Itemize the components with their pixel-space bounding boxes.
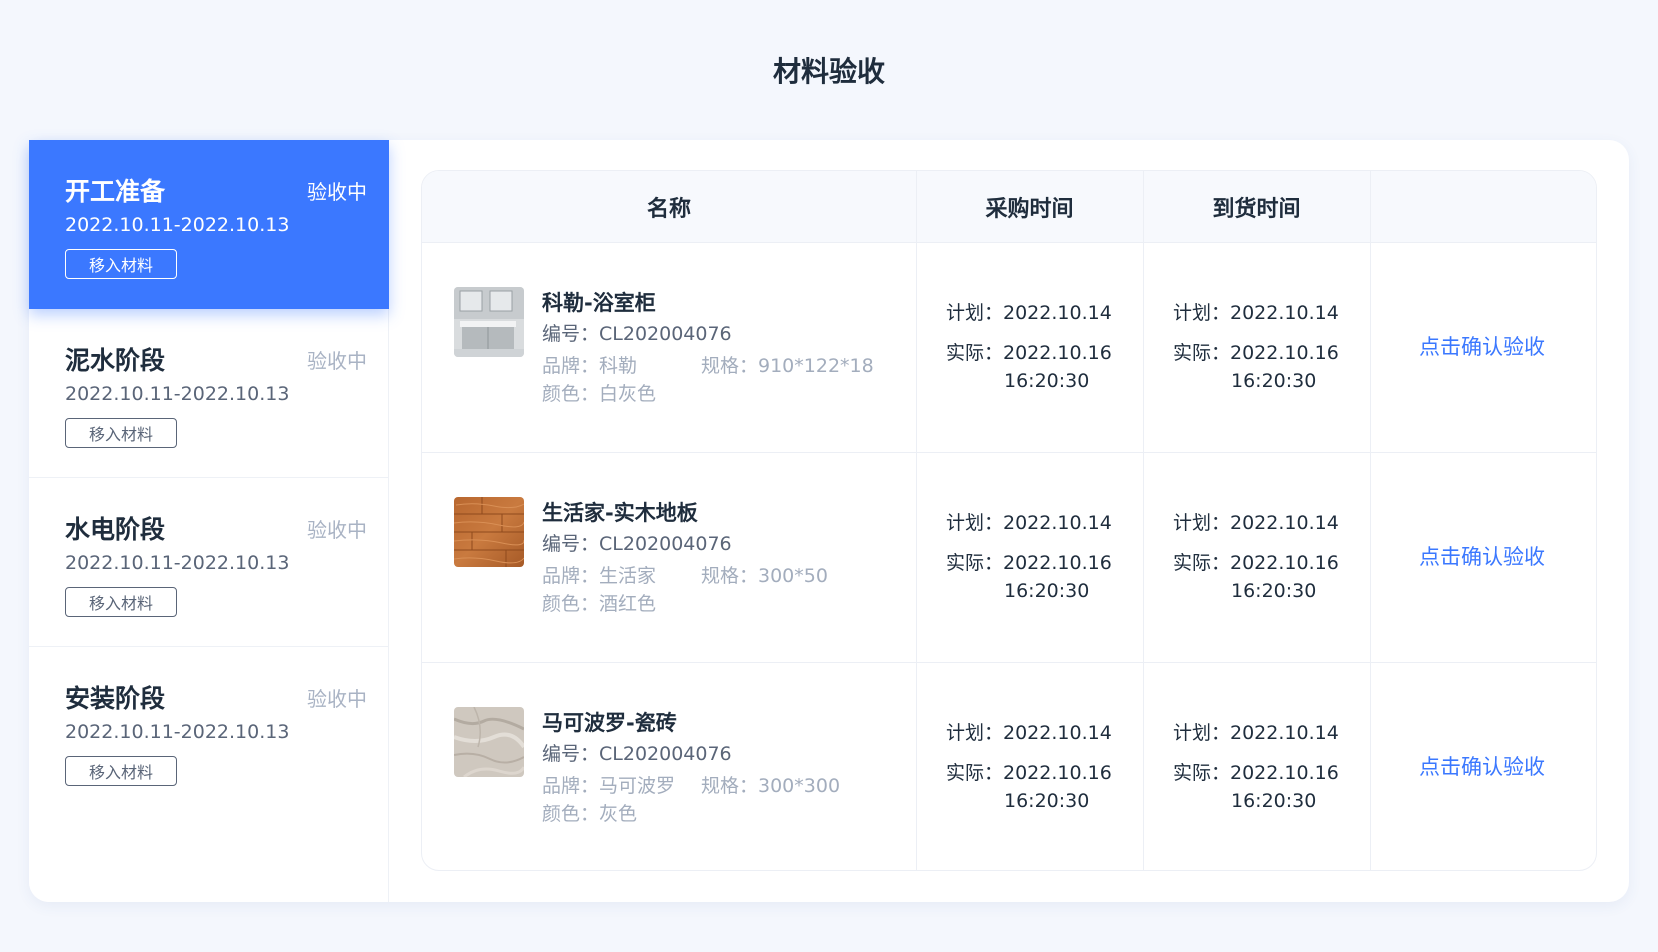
arrival-time: 计划：2022.10.14 实际：2022.10.16 16:20:30 xyxy=(1173,509,1339,605)
stage-name: 安装阶段 xyxy=(65,684,166,713)
product-spec: 规格：300*300 xyxy=(701,775,841,797)
purchase-plan: 计划：2022.10.14 xyxy=(946,512,1112,534)
product-name: 科勒-浴室柜 xyxy=(542,291,656,315)
move-in-materials-button[interactable]: 移入材料 xyxy=(65,249,177,279)
purchase-time: 计划：2022.10.14 实际：2022.10.16 16:20:30 xyxy=(946,509,1112,605)
product-thumbnail xyxy=(454,707,524,777)
purchase-plan: 计划：2022.10.14 xyxy=(946,302,1112,324)
stage-item-0[interactable]: 开工准备 验收中 2022.10.11-2022.10.13 移入材料 xyxy=(29,140,389,309)
purchase-actual: 实际：2022.10.16 xyxy=(946,552,1112,574)
header-action xyxy=(1370,171,1596,243)
purchase-time: 计划：2022.10.14 实际：2022.10.16 16:20:30 xyxy=(946,719,1112,815)
confirm-acceptance-link[interactable]: 点击确认验收 xyxy=(1366,751,1596,781)
arrival-plan: 计划：2022.10.14 xyxy=(1173,302,1339,324)
stage-item-2[interactable]: 水电阶段 验收中 2022.10.11-2022.10.13 移入材料 xyxy=(29,478,389,647)
stage-sidebar: 开工准备 验收中 2022.10.11-2022.10.13 移入材料 泥水阶段… xyxy=(29,140,389,902)
purchase-time: 计划：2022.10.14 实际：2022.10.16 16:20:30 xyxy=(946,299,1112,395)
stage-date: 2022.10.11-2022.10.13 xyxy=(65,383,290,405)
stage-date: 2022.10.11-2022.10.13 xyxy=(65,721,290,743)
product-spec: 规格：910*122*18 xyxy=(701,355,874,377)
stage-status: 验收中 xyxy=(307,518,367,542)
move-in-materials-button[interactable]: 移入材料 xyxy=(65,418,177,448)
purchase-actual-time: 16:20:30 xyxy=(1004,370,1090,392)
product-brand: 品牌：生活家 xyxy=(542,565,657,587)
table-row: 科勒-浴室柜 编号：CL202004076 品牌：科勒 规格：910*122*1… xyxy=(422,243,1596,453)
arrival-plan: 计划：2022.10.14 xyxy=(1173,722,1339,744)
confirm-acceptance-link[interactable]: 点击确认验收 xyxy=(1366,331,1596,361)
move-in-materials-button[interactable]: 移入材料 xyxy=(65,587,177,617)
bathroom-cabinet-image xyxy=(454,287,524,357)
confirm-acceptance-link[interactable]: 点击确认验收 xyxy=(1366,541,1596,571)
stage-name: 水电阶段 xyxy=(65,515,166,544)
header-arrival-time: 到货时间 xyxy=(1212,197,1301,222)
product-brand: 品牌：科勒 xyxy=(542,355,638,377)
arrival-actual-time: 16:20:30 xyxy=(1231,790,1317,812)
table-header: 名称 采购时间 到货时间 xyxy=(422,171,1596,243)
arrival-time: 计划：2022.10.14 实际：2022.10.16 16:20:30 xyxy=(1173,719,1339,815)
arrival-actual: 实际：2022.10.16 xyxy=(1173,342,1339,364)
move-in-materials-button[interactable]: 移入材料 xyxy=(65,756,177,786)
page-title: 材料验收 xyxy=(772,55,885,88)
marble-tile-image xyxy=(454,707,524,777)
purchase-actual: 实际：2022.10.16 xyxy=(946,342,1112,364)
product-name: 马可波罗-瓷砖 xyxy=(542,711,677,735)
purchase-actual: 实际：2022.10.16 xyxy=(946,762,1112,784)
arrival-time: 计划：2022.10.14 实际：2022.10.16 16:20:30 xyxy=(1173,299,1339,395)
arrival-plan: 计划：2022.10.14 xyxy=(1173,512,1339,534)
product-code: 编号：CL202004076 xyxy=(542,743,732,765)
product-thumbnail xyxy=(454,287,524,357)
arrival-actual-time: 16:20:30 xyxy=(1231,580,1317,602)
stage-name: 泥水阶段 xyxy=(65,346,166,375)
stage-item-3[interactable]: 安装阶段 验收中 2022.10.11-2022.10.13 移入材料 xyxy=(29,647,389,816)
product-thumbnail xyxy=(454,497,524,567)
stage-name: 开工准备 xyxy=(65,177,166,206)
wood-floor-image xyxy=(454,497,524,567)
product-color: 颜色：白灰色 xyxy=(542,383,657,405)
arrival-actual-time: 16:20:30 xyxy=(1231,370,1317,392)
product-code: 编号：CL202004076 xyxy=(542,323,732,345)
header-purchase-time: 采购时间 xyxy=(985,197,1074,222)
stage-status: 验收中 xyxy=(307,180,367,204)
stage-date: 2022.10.11-2022.10.13 xyxy=(65,552,290,574)
stage-status: 验收中 xyxy=(307,349,367,373)
stage-date: 2022.10.11-2022.10.13 xyxy=(65,214,290,236)
product-code: 编号：CL202004076 xyxy=(542,533,732,555)
product-name: 生活家-实木地板 xyxy=(542,501,698,525)
purchase-actual-time: 16:20:30 xyxy=(1004,790,1090,812)
product-color: 颜色：酒红色 xyxy=(542,593,657,615)
header-name: 名称 xyxy=(646,197,691,222)
arrival-actual: 实际：2022.10.16 xyxy=(1173,762,1339,784)
product-spec: 规格：300*50 xyxy=(701,565,828,587)
purchase-actual-time: 16:20:30 xyxy=(1004,580,1090,602)
stage-status: 验收中 xyxy=(307,687,367,711)
product-brand: 品牌：马可波罗 xyxy=(542,775,676,797)
arrival-actual: 实际：2022.10.16 xyxy=(1173,552,1339,574)
purchase-plan: 计划：2022.10.14 xyxy=(946,722,1112,744)
product-color: 颜色：灰色 xyxy=(542,803,638,825)
table-row: 生活家-实木地板 编号：CL202004076 品牌：生活家 规格：300*50… xyxy=(422,453,1596,663)
table-row: 马可波罗-瓷砖 编号：CL202004076 品牌：马可波罗 规格：300*30… xyxy=(422,663,1596,870)
stage-item-1[interactable]: 泥水阶段 验收中 2022.10.11-2022.10.13 移入材料 xyxy=(29,309,389,478)
materials-table: 名称 采购时间 到货时间 科勒-浴室柜 编号：CL202004076 品牌：科勒… xyxy=(421,170,1597,871)
